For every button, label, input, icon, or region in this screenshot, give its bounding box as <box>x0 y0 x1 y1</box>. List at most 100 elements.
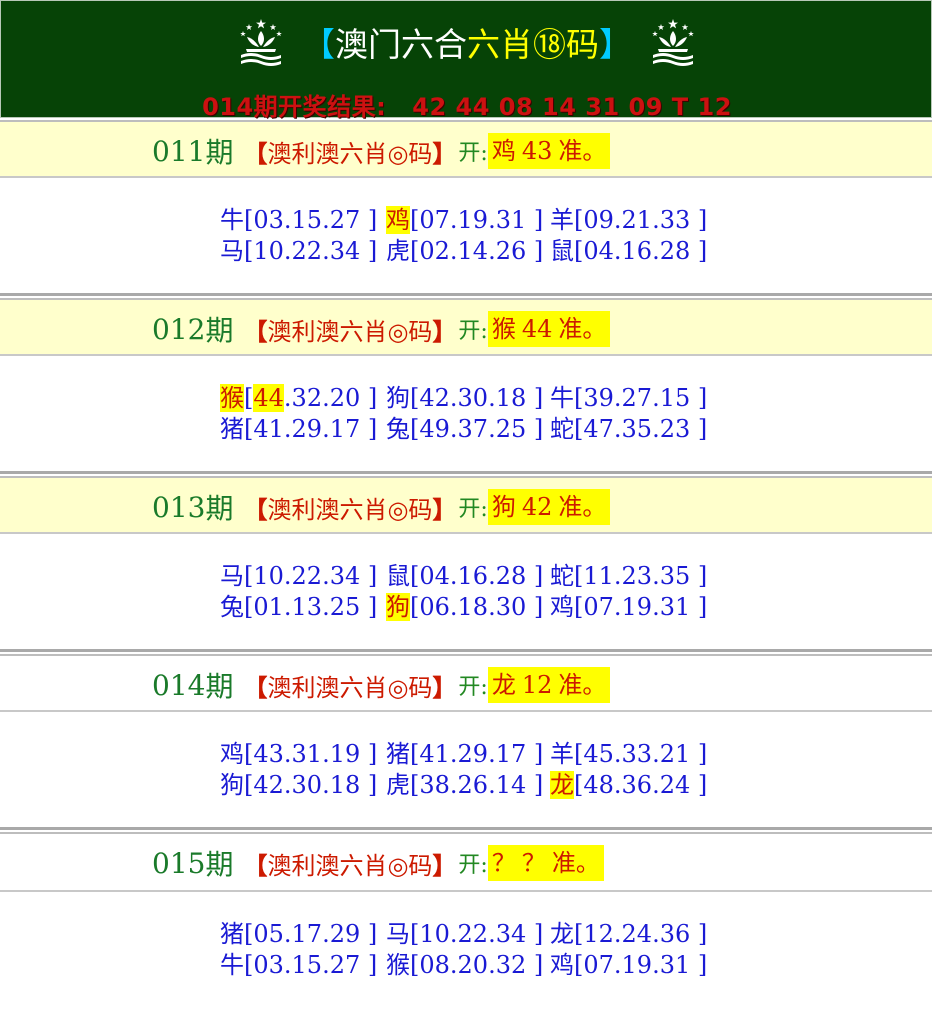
open-label: 开: <box>458 141 488 166</box>
zodiac-char: 兔 <box>386 415 410 443</box>
zodiac-cell: 马[10.22.34 ] <box>220 236 386 267</box>
zodiac-char: 马 <box>220 562 244 590</box>
zodiac-cell: 羊[09.21.33 ] <box>550 205 710 236</box>
zodiac-char: 龙 <box>550 920 574 948</box>
prediction-tag: 【澳利澳六肖◎码】 <box>243 490 456 525</box>
open-label: 开: <box>458 497 488 522</box>
zodiac-number-highlighted: 44 <box>253 384 284 412</box>
title-bracket-right: 】 <box>599 25 632 64</box>
zodiac-cell: 狗[06.18.30 ] <box>386 592 550 623</box>
zodiac-cell: 猪[41.29.17 ] <box>220 414 386 445</box>
answer-badge: 鸡 43 准。 <box>487 133 611 169</box>
tag-bracket-left: 【 <box>243 850 268 880</box>
zodiac-numbers: [01.13.25 ] <box>244 593 378 621</box>
zodiac-cell: 猪[41.29.17 ] <box>386 739 550 770</box>
zodiac-numbers: [05.17.29 ] <box>244 920 378 948</box>
zodiac-numbers: [10.22.34 ] <box>410 920 544 948</box>
zodiac-cell: 蛇[11.23.35 ] <box>550 561 710 592</box>
zodiac-numbers: .32.20 ] <box>283 384 378 412</box>
zodiac-char: 虎 <box>386 237 410 265</box>
zodiac-list: 鸡[43.31.19 ] 猪[41.29.17 ] 羊[45.33.21 ] 狗… <box>0 712 932 830</box>
tag-text: 澳利澳六肖◎码 <box>267 139 433 168</box>
zodiac-cell: 牛[03.15.27 ] <box>220 950 386 981</box>
period-suffix: 期 <box>205 848 234 881</box>
open-label: 开: <box>458 319 488 344</box>
zodiac-numbers: [04.16.28 ] <box>410 562 544 590</box>
zodiac-char-highlighted: 狗 <box>386 593 410 621</box>
zodiac-numbers: [09.21.33 ] <box>574 206 708 234</box>
tag-text: 澳利澳六肖◎码 <box>267 851 433 880</box>
zodiac-numbers: [43.31.19 ] <box>244 740 378 768</box>
zodiac-cell: 鸡[07.19.31 ] <box>386 205 550 236</box>
answer-badge: 龙 12 准。 <box>487 667 611 703</box>
zodiac-char: 马 <box>386 920 410 948</box>
title-bracket-left: 【 <box>302 25 335 64</box>
answer-zodiac: 猴 <box>491 315 516 343</box>
zodiac-cell: 龙[48.36.24 ] <box>550 770 710 801</box>
zodiac-numbers: [03.15.27 ] <box>244 951 378 979</box>
draw-result-numbers: 42 44 08 14 31 09 T 12 <box>412 93 732 121</box>
tag-bracket-right: 】 <box>432 850 457 880</box>
answer-suffix: 准。 <box>551 849 600 877</box>
answer-badge: 猴 44 准。 <box>487 311 611 347</box>
zodiac-cell: 狗[42.30.18 ] <box>220 770 386 801</box>
zodiac-char: 猴 <box>386 951 410 979</box>
period-suffix: 期 <box>205 670 234 703</box>
period-block: 013 期 【澳利澳六肖◎码】 开: 狗 42 准。 马[10.22.34 ] 鼠[0… <box>0 476 932 652</box>
answer-badge: 狗 42 准。 <box>487 489 611 525</box>
open-label: 开: <box>458 675 488 700</box>
tag-bracket-right: 】 <box>432 494 457 524</box>
prediction-tag: 【澳利澳六肖◎码】 <box>243 846 456 881</box>
zodiac-char: 马 <box>220 237 244 265</box>
zodiac-cell: 鸡[07.19.31 ] <box>550 950 710 981</box>
zodiac-cell: 羊[45.33.21 ] <box>550 739 710 770</box>
zodiac-bracket: [ <box>244 384 254 412</box>
period-suffix: 期 <box>205 136 234 169</box>
zodiac-char: 牛 <box>220 951 244 979</box>
zodiac-cell: 鼠[04.16.28 ] <box>386 561 550 592</box>
zodiac-list: 猪[05.17.29 ] 马[10.22.34 ] 龙[12.24.36 ] 牛… <box>0 892 932 1010</box>
period-block: 015 期 【澳利澳六肖◎码】 开: ？？准。 猪[05.17.29 ] 马[10… <box>0 832 932 1010</box>
answer-zodiac: ？ <box>491 849 516 877</box>
zodiac-numbers: [04.16.28 ] <box>574 237 708 265</box>
zodiac-numbers: [07.19.31 ] <box>410 206 544 234</box>
zodiac-char: 牛 <box>550 384 574 412</box>
period-number: 014 <box>152 668 206 702</box>
zodiac-numbers: [11.23.35 ] <box>574 562 708 590</box>
zodiac-char: 鸡 <box>220 740 244 768</box>
title-part1: 澳门六合 <box>335 25 467 64</box>
zodiac-numbers: [48.36.24 ] <box>574 771 708 799</box>
zodiac-numbers: [47.35.23 ] <box>574 415 708 443</box>
zodiac-char: 狗 <box>220 771 244 799</box>
period-block: 014 期 【澳利澳六肖◎码】 开: 龙 12 准。 鸡[43.31.19 ] 猪[4… <box>0 654 932 830</box>
zodiac-char: 蛇 <box>550 415 574 443</box>
zodiac-char: 猪 <box>220 920 244 948</box>
zodiac-numbers: [39.27.15 ] <box>574 384 708 412</box>
answer-suffix: 准。 <box>558 671 607 699</box>
zodiac-char: 猪 <box>386 740 410 768</box>
zodiac-cell: 龙[12.24.36 ] <box>550 919 710 950</box>
zodiac-cell: 猴[44.32.20 ] <box>220 383 386 414</box>
zodiac-char: 鸡 <box>550 593 574 621</box>
period-header: 015 期 【澳利澳六肖◎码】 开: ？？准。 <box>0 832 932 892</box>
zodiac-cell: 马[10.22.34 ] <box>220 561 386 592</box>
zodiac-char: 羊 <box>550 206 574 234</box>
draw-result: 014期开奖结果: 42 44 08 14 31 09 T 12 <box>1 87 932 122</box>
zodiac-cell: 狗[42.30.18 ] <box>386 383 550 414</box>
answer-number: 42 <box>521 493 553 521</box>
tag-bracket-left: 【 <box>243 494 268 524</box>
zodiac-numbers: [42.30.18 ] <box>410 384 544 412</box>
zodiac-cell: 虎[38.26.14 ] <box>386 770 550 801</box>
answer-zodiac: 龙 <box>491 671 516 699</box>
zodiac-cell: 兔[01.13.25 ] <box>220 592 386 623</box>
tag-bracket-left: 【 <box>243 316 268 346</box>
zodiac-char: 鸡 <box>550 951 574 979</box>
zodiac-cell: 鼠[04.16.28 ] <box>550 236 710 267</box>
period-number: 013 <box>152 490 206 524</box>
zodiac-cell: 虎[02.14.26 ] <box>386 236 550 267</box>
zodiac-char-highlighted: 猴 <box>220 384 244 412</box>
zodiac-char: 羊 <box>550 740 574 768</box>
zodiac-numbers: [49.37.25 ] <box>410 415 544 443</box>
answer-zodiac: 鸡 <box>491 137 516 165</box>
zodiac-char: 猪 <box>220 415 244 443</box>
